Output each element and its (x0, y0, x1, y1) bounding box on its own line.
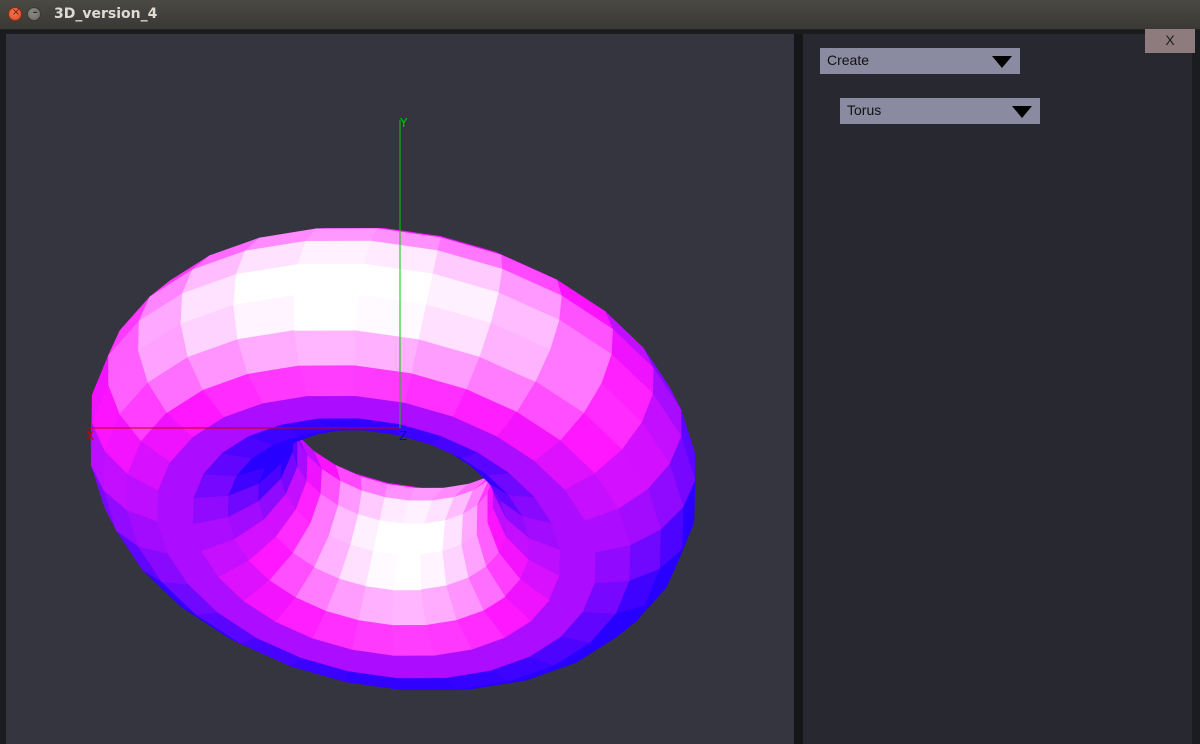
torus-facet (352, 619, 395, 656)
torus-mesh (90, 227, 696, 691)
torus-facet (297, 240, 372, 265)
window-minimize-button[interactable]: – (27, 7, 41, 21)
chevron-down-icon (1012, 106, 1032, 118)
torus-render: X Y Z (86, 116, 696, 691)
y-axis-label: Y (399, 116, 408, 130)
window-titlebar: × – 3D_version_4 (0, 0, 1200, 30)
3d-viewport[interactable]: X Y Z (6, 34, 794, 744)
minimize-icon: – (32, 7, 38, 18)
torus-facet (304, 228, 379, 242)
control-panel (803, 34, 1192, 744)
z-axis-label: Z (399, 429, 407, 443)
panel-close-button[interactable]: X (1145, 29, 1195, 53)
torus-facet (392, 589, 427, 626)
window-title: 3D_version_4 (54, 6, 158, 22)
create-dropdown-value: Create (827, 52, 870, 68)
torus-facet (420, 550, 448, 591)
shape-dropdown-value: Torus (847, 102, 882, 118)
close-icon: × (11, 7, 21, 18)
torus-facet (298, 364, 357, 397)
create-dropdown[interactable]: Create (820, 48, 1020, 74)
x-axis-label: X (86, 429, 94, 443)
torus-facet (393, 554, 422, 591)
window-close-button[interactable]: × (8, 7, 22, 21)
torus-facet (294, 329, 357, 366)
torus-facet (293, 263, 365, 296)
pane-divider[interactable] (794, 34, 803, 744)
chevron-down-icon (992, 56, 1012, 68)
torus-facet (420, 520, 446, 556)
torus-facet (293, 294, 360, 331)
shape-dropdown[interactable]: Torus (840, 98, 1040, 124)
